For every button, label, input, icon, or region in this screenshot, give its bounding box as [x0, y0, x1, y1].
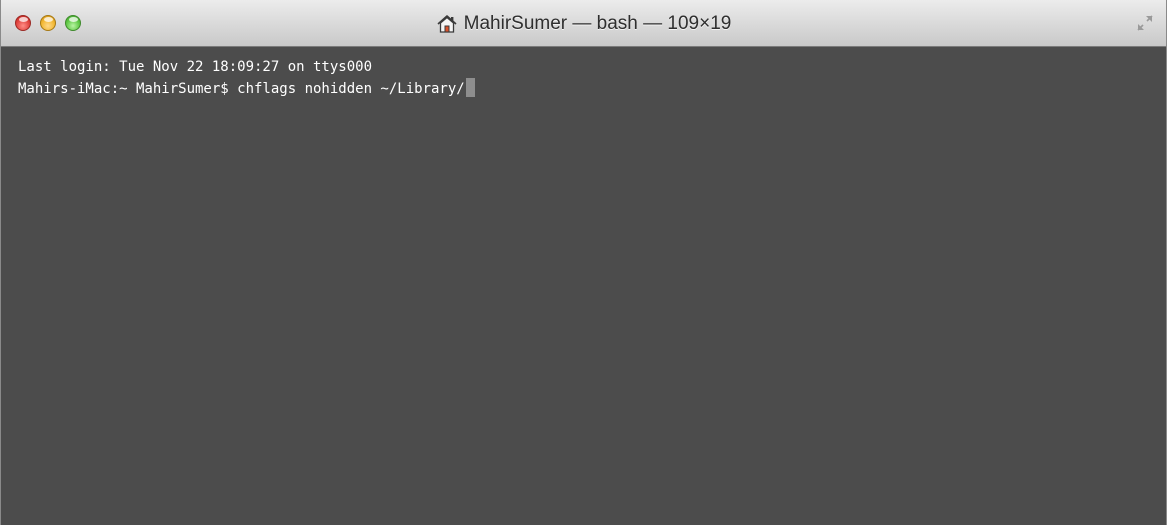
- home-icon: [437, 14, 457, 33]
- terminal-line: Last login: Tue Nov 22 18:09:27 on ttys0…: [18, 59, 373, 75]
- terminal-command-text: Mahirs-iMac:~ MahirSumer$ chflags nohidd…: [18, 81, 465, 97]
- fullscreen-arrows-icon[interactable]: [1136, 14, 1154, 32]
- title-bar[interactable]: MahirSumer — bash — 109×19: [1, 0, 1166, 47]
- window-title: MahirSumer — bash — 109×19: [1, 0, 1166, 47]
- text-cursor: [465, 78, 475, 97]
- window-title-text: MahirSumer — bash — 109×19: [463, 12, 732, 34]
- terminal-window: MahirSumer — bash — 109×19 Last login: T…: [0, 0, 1167, 525]
- terminal-content[interactable]: Last login: Tue Nov 22 18:09:27 on ttys0…: [1, 47, 1166, 525]
- terminal-prompt-line: Mahirs-iMac:~ MahirSumer$ chflags nohidd…: [18, 78, 1166, 100]
